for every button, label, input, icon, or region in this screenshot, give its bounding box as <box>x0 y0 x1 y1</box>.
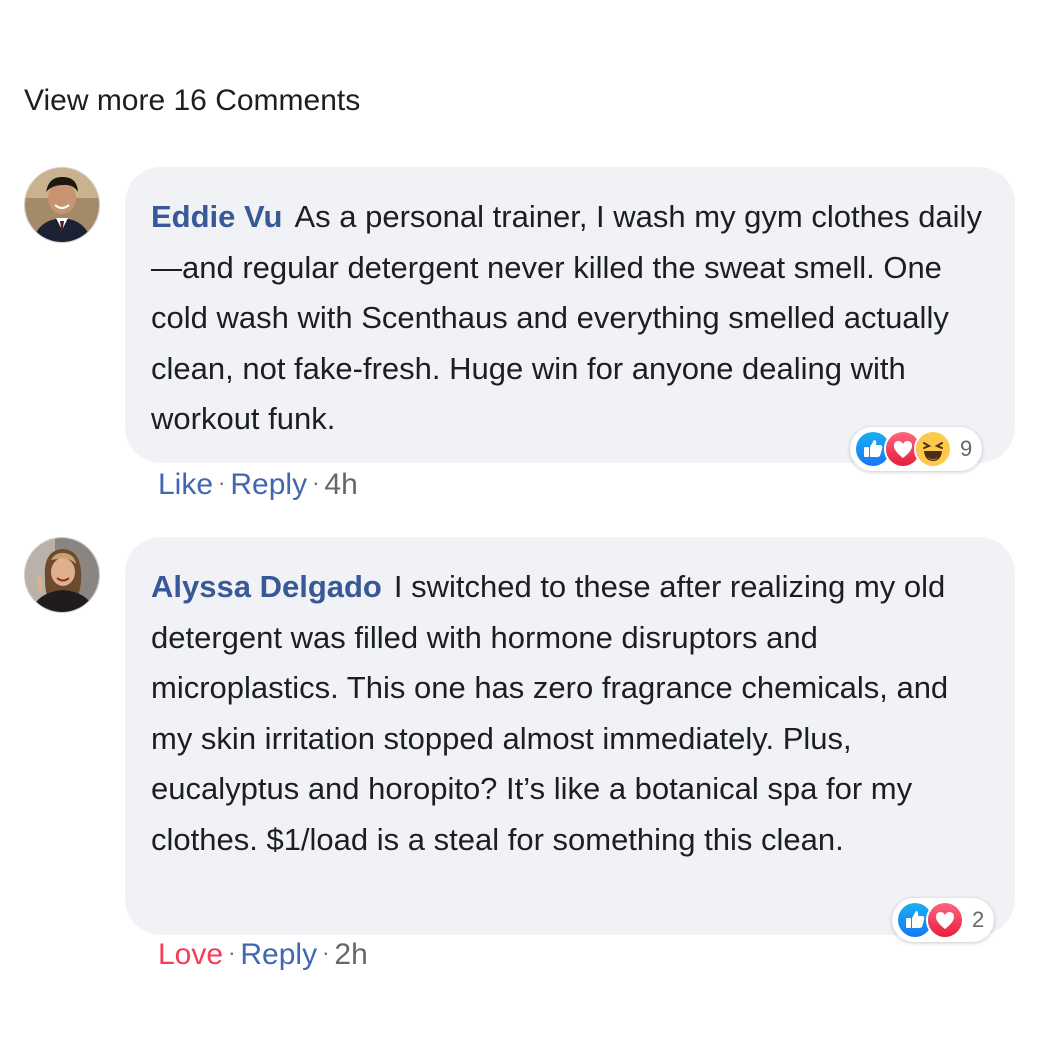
comment-body: Alyssa Delgado I switched to these after … <box>151 562 989 865</box>
love-button[interactable]: Love <box>158 938 223 971</box>
comment-timestamp[interactable]: 2h <box>334 938 367 971</box>
reply-button[interactable]: Reply <box>240 938 317 971</box>
reaction-count: 9 <box>960 436 973 461</box>
comment-body: Eddie Vu As a personal trainer, I wash my… <box>151 192 989 445</box>
separator-dot: · <box>228 940 236 965</box>
like-button[interactable]: Like <box>158 468 213 501</box>
reply-button[interactable]: Reply <box>230 468 307 501</box>
separator-dot: · <box>312 470 320 495</box>
reaction-count: 2 <box>972 907 985 932</box>
reactions-summary[interactable]: 9 <box>850 427 983 471</box>
comment-actions: Like · Reply · 4h <box>158 468 358 502</box>
avatar-photo <box>25 538 99 612</box>
comment-text: As a personal trainer, I wash my gym clo… <box>151 199 982 436</box>
comment-text: I switched to these after realizing my o… <box>151 569 949 857</box>
separator-dot: · <box>322 940 330 965</box>
comment-bubble: Eddie Vu As a personal trainer, I wash my… <box>125 167 1015 463</box>
comment-bubble: Alyssa Delgado I switched to these after … <box>125 537 1015 935</box>
comment-author-name[interactable]: Alyssa Delgado <box>151 569 382 604</box>
love-icon <box>926 901 964 939</box>
haha-icon <box>914 430 952 468</box>
avatar[interactable] <box>24 167 100 243</box>
comment-timestamp[interactable]: 4h <box>324 468 357 501</box>
avatar[interactable] <box>24 537 100 613</box>
separator-dot: · <box>218 470 226 495</box>
comment-actions: Love · Reply · 2h <box>158 938 368 972</box>
avatar-photo <box>25 168 99 242</box>
comment-author-name[interactable]: Eddie Vu <box>151 199 282 234</box>
view-more-comments-link[interactable]: View more 16 Comments <box>24 84 360 118</box>
reactions-summary[interactable]: 2 <box>892 898 995 942</box>
